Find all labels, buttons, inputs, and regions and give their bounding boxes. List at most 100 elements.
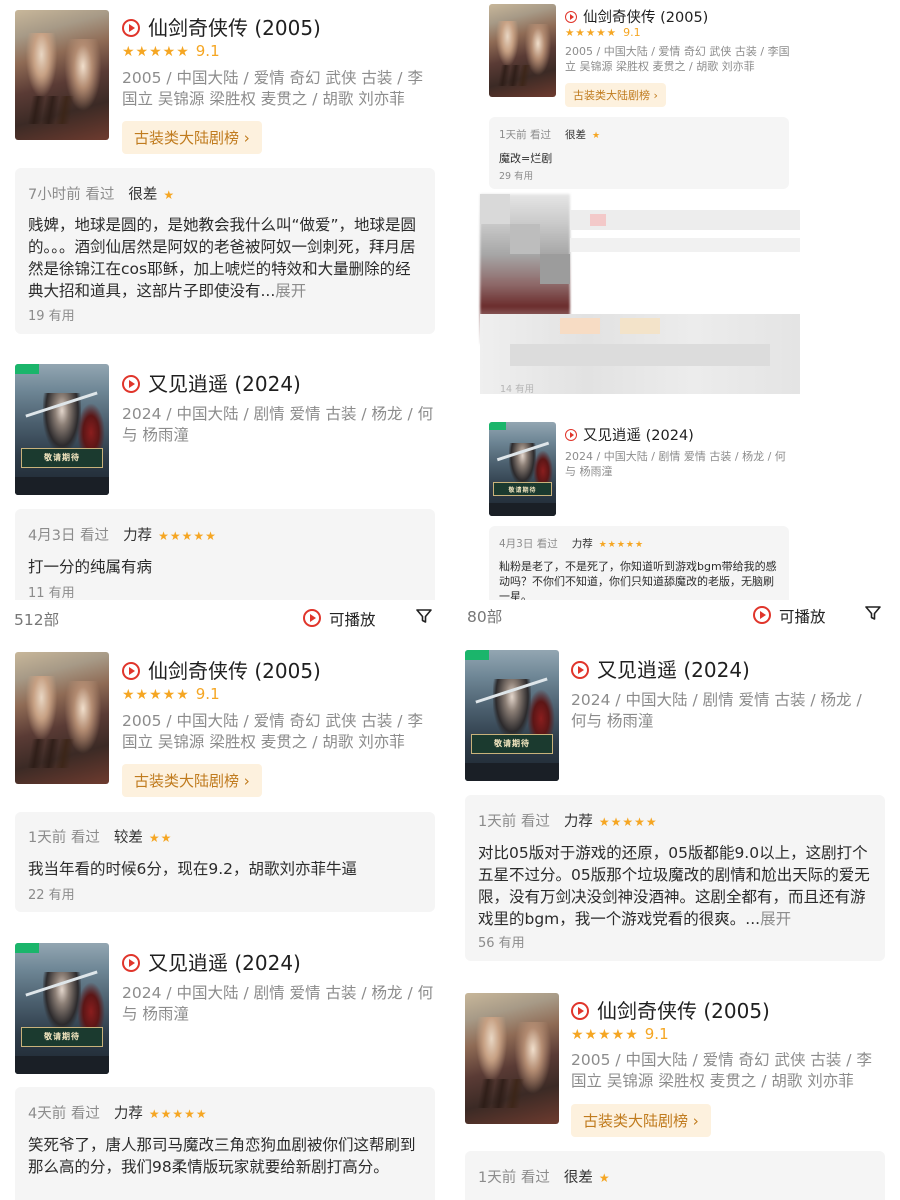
play-icon [565,11,577,23]
show-meta: 2005 / 中国大陆 / 爱情 奇幻 武侠 古装 / 李国立 吴锦源 梁胜权 … [565,45,790,73]
play-icon [753,606,771,624]
show-meta: 2024 / 中国大陆 / 剧情 爱情 古装 / 杨龙 / 何与 杨雨潼 [565,450,786,478]
play-icon [571,1002,589,1020]
expand-link[interactable]: 展开 [275,282,306,300]
screenshot-bottom-right: 80部 可播放 敬请期待 又见逍遥 (2024) 2024 / 中国大陆 / 剧… [455,600,900,1200]
poster-youjian[interactable]: 敬请期待 [15,943,109,1074]
review-stars: ★★★★★ [598,540,645,550]
poster-xianjian[interactable] [489,4,556,97]
blurred-region: 14 有用 [480,194,800,395]
review-level: 力荐 [563,814,593,830]
poster-xianjian[interactable] [15,652,109,784]
review-time: 1天前 看过 [478,814,550,830]
review-text: 对比05版对于游戏的还原，05版都能9.0以上，这剧打个五星不过分。05版那个垃… [478,844,870,928]
rating-score: 9.1 [623,26,641,39]
review-time: 4月3日 看过 [499,538,558,550]
review-card[interactable]: 1天前 看过 较差 ★★ 我当年看的时候6分，现在9.2，胡歌刘亦菲牛逼 22 有用 [15,812,435,912]
rank-button[interactable]: 古装类大陆剧榜 › [122,121,262,154]
play-icon [122,662,140,680]
useful-count[interactable]: 19 有用 [28,305,75,324]
show-title[interactable]: 又见逍遥 (2024) [122,368,301,397]
review-level: 力荐 [571,538,593,550]
review-time: 1天前 看过 [478,1170,550,1186]
review-time: 4月3日 看过 [28,528,110,544]
rating-score: 9.1 [195,685,220,703]
poster-xianjian[interactable] [15,10,109,140]
review-stars: ★ [163,188,176,202]
play-icon [303,609,321,627]
review-level: 力荐 [113,1106,143,1122]
screenshot-top-right: 仙剑奇侠传 (2005) ★★★★★ 9.1 2005 / 中国大陆 / 爱情 奇… [455,0,900,600]
review-stars: ★ [598,1171,611,1185]
rating-stars: ★★★★★ [122,687,190,703]
filter-bar: 80部 可播放 [455,600,900,634]
rating: ★★★★★ 9.1 [571,1025,669,1043]
review-level: 力荐 [123,528,153,544]
show-meta: 2005 / 中国大陆 / 爱情 奇幻 武侠 古装 / 李国立 吴锦源 梁胜权 … [571,1051,872,1090]
filter-icon[interactable] [416,608,432,624]
review-stars: ★★★★★ [148,1107,208,1121]
review-card[interactable]: 1天前 看过 很差 ★ [465,1151,885,1200]
rank-button[interactable]: 古装类大陆剧榜 › [122,764,262,797]
poster-banner: 敬请期待 [493,482,552,497]
review-text: 籼粉是老了，不是死了，你知道听到游戏bgm带给我的感动吗？不你们不知道，你们只知… [499,560,777,600]
rating-stars: ★★★★★ [122,44,190,60]
poster-youjian[interactable]: 敬请期待 [489,422,556,516]
rank-button[interactable]: 古装类大陆剧榜 › [565,83,666,107]
show-title[interactable]: 又见逍遥 (2024) [565,424,694,445]
rating: ★★★★★ 9.1 [122,685,220,703]
show-title[interactable]: 又见逍遥 (2024) [122,947,301,976]
rating-stars: ★★★★★ [565,27,618,39]
review-card[interactable]: 7小时前 看过 很差 ★ 贱婢，地球是圆的，是她教会我什么叫“做爱”，地球是圆的。。… [15,168,435,334]
rank-button[interactable]: 古装类大陆剧榜 › [571,1104,711,1137]
useful-count[interactable]: 11 有用 [28,582,75,600]
poster-youjian[interactable]: 敬请期待 [15,364,109,495]
poster-youjian[interactable]: 敬请期待 [465,650,559,781]
rating-score: 9.1 [644,1025,669,1043]
poster-banner: 敬请期待 [20,1027,104,1047]
rating: ★★★★★ 9.1 [122,42,220,60]
review-card[interactable]: 1天前 看过 力荐 ★★★★★ 对比05版对于游戏的还原，05版都能9.0以上，这剧… [465,795,885,961]
review-level: 较差 [113,830,143,846]
review-time: 1天前 看过 [28,830,100,846]
review-text: 笑死爷了，唐人那司马魔改三角恋狗血剧被你们这帮刷到那么高的分，我们98柔情版玩家… [28,1136,416,1176]
show-title[interactable]: 又见逍遥 (2024) [571,654,750,683]
poster-xianjian[interactable] [465,993,559,1124]
poster-banner: 敬请期待 [20,448,104,468]
result-count: 80部 [467,608,503,626]
review-time: 7小时前 看过 [28,187,115,203]
review-card[interactable]: 4月3日 看过 力荐 ★★★★★ 籼粉是老了，不是死了，你知道听到游戏bgm带给我的… [489,526,789,600]
useful-count[interactable]: 56 有用 [478,932,525,951]
review-level: 很差 [563,1170,593,1186]
screenshot-top-left: 仙剑奇侠传 (2005) ★★★★★ 9.1 2005 / 中国大陆 / 爱情 奇… [0,0,450,600]
review-text: 贱婢，地球是圆的，是她教会我什么叫“做爱”，地球是圆的。。。酒剑仙居然是阿奴的老… [28,216,417,300]
expand-link[interactable]: 展开 [760,910,791,928]
play-icon [571,661,589,679]
playable-filter[interactable]: 可播放 [303,608,376,630]
review-card[interactable]: 1天前 看过 很差 ★ 魔改=烂剧 29 有用 [489,117,789,189]
review-card[interactable]: 4天前 看过 力荐 ★★★★★ 笑死爷了，唐人那司马魔改三角恋狗血剧被你们这帮刷到那… [15,1087,435,1200]
play-icon [565,429,577,441]
review-stars: ★★★★★ [598,815,658,829]
review-card[interactable]: 4月3日 看过 力荐 ★★★★★ 打一分的纯属有病 11 有用 [15,509,435,600]
filter-bar: 512部 可播放 [0,600,450,634]
play-icon [122,375,140,393]
screenshot-bottom-left: 512部 可播放 仙剑奇侠传 (2005) ★★★★★ 9.1 2005 / 中国… [0,600,450,1200]
show-title[interactable]: 仙剑奇侠传 (2005) [122,12,321,41]
filter-icon[interactable] [865,605,881,621]
review-text: 我当年看的时候6分，现在9.2，胡歌刘亦菲牛逼 [28,860,358,878]
review-stars: ★★★★★ [158,529,217,543]
useful-count[interactable]: 29 有用 [499,168,533,182]
rating-stars: ★★★★★ [571,1027,639,1043]
show-meta: 2024 / 中国大陆 / 剧情 爱情 古装 / 杨龙 / 何与 杨雨潼 [122,984,434,1023]
rating: ★★★★★ 9.1 [565,26,641,39]
show-meta: 2024 / 中国大陆 / 剧情 爱情 古装 / 杨龙 / 何与 杨雨潼 [571,691,862,730]
playable-filter[interactable]: 可播放 [753,605,826,627]
show-title[interactable]: 仙剑奇侠传 (2005) [122,655,321,684]
show-meta: 2024 / 中国大陆 / 剧情 爱情 古装 / 杨龙 / 何与 杨雨潼 [122,405,434,444]
show-title[interactable]: 仙剑奇侠传 (2005) [571,995,770,1024]
useful-count[interactable]: 22 有用 [28,884,75,903]
review-text: 魔改=烂剧 [499,152,553,165]
rating-score: 9.1 [195,42,220,60]
show-title[interactable]: 仙剑奇侠传 (2005) [565,6,708,27]
